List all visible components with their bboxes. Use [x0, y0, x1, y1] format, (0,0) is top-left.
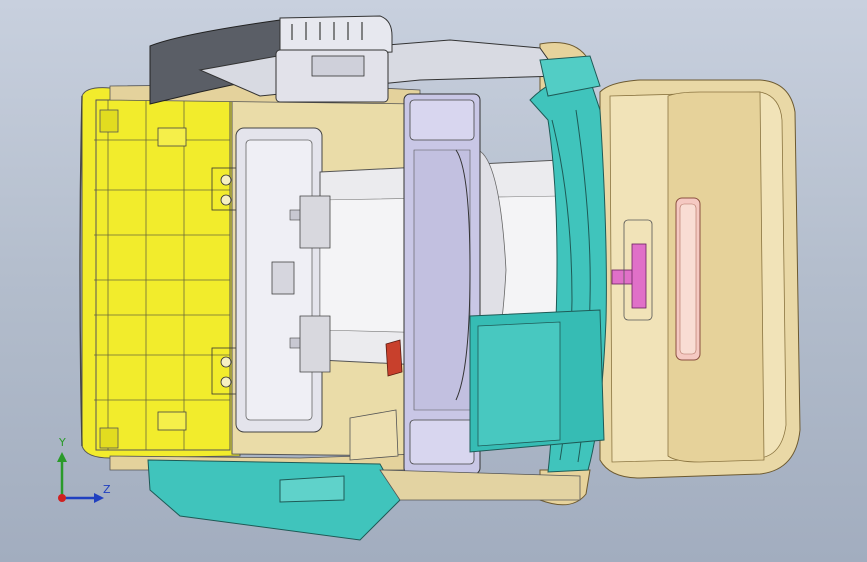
x-axis-origin	[58, 494, 66, 502]
gray-module[interactable]	[235, 127, 323, 433]
triad-axes	[57, 452, 104, 503]
assembly-model[interactable]	[0, 0, 867, 562]
yellow-housing[interactable]	[79, 87, 241, 459]
cad-3d-viewport[interactable]: Y Z	[0, 0, 867, 562]
lavender-pillar[interactable]	[403, 93, 481, 475]
red-part[interactable]	[385, 339, 403, 377]
coordinate-triad: Y Z	[40, 436, 120, 510]
beige-brace[interactable]	[349, 409, 399, 461]
y-axis-label: Y	[59, 436, 66, 449]
y-axis-arrowhead	[57, 452, 67, 462]
z-axis-label: Z	[103, 483, 111, 496]
